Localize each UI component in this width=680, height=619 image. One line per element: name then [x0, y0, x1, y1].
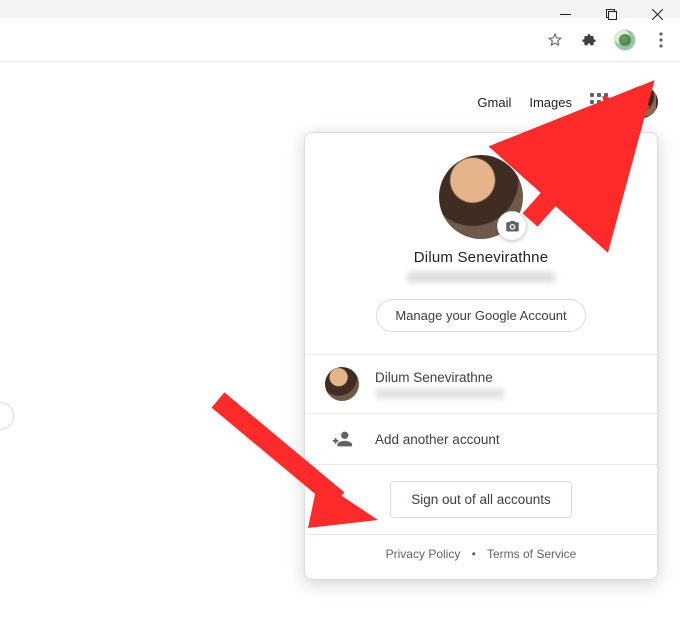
account-avatar-button[interactable] [626, 86, 658, 118]
window-close-button[interactable] [634, 0, 680, 28]
account-display-name: Dilum Senevirathne [321, 249, 641, 266]
secondary-account-email-blurred [375, 388, 505, 399]
person-add-icon [331, 428, 353, 450]
account-email-blurred [406, 271, 556, 283]
account-avatar-wrap [439, 155, 523, 239]
puzzle-icon [581, 32, 597, 48]
browser-menu-button[interactable] [652, 31, 670, 49]
change-photo-button[interactable] [497, 211, 527, 241]
extensions-button[interactable] [580, 31, 598, 49]
star-icon [547, 32, 563, 48]
camera-icon [505, 219, 520, 234]
secondary-account-text: Dilum Senevirathne [375, 370, 505, 399]
add-account-label: Add another account [375, 432, 500, 447]
dot-separator: • [472, 547, 476, 561]
signout-all-button[interactable]: Sign out of all accounts [390, 481, 572, 518]
account-footer: Privacy Policy • Terms of Service [305, 535, 657, 571]
gmail-link[interactable]: Gmail [477, 95, 511, 110]
account-header: Dilum Senevirathne Manage your Google Ac… [305, 133, 657, 354]
window-titlebar [0, 0, 680, 18]
window-maximize-button[interactable] [588, 0, 634, 28]
account-popover: Dilum Senevirathne Manage your Google Ac… [304, 132, 658, 580]
secondary-account-avatar [325, 367, 359, 401]
terms-of-service-link[interactable]: Terms of Service [487, 547, 576, 561]
bookmark-button[interactable] [546, 31, 564, 49]
add-account-row[interactable]: Add another account [305, 414, 657, 464]
window-minimize-button[interactable] [542, 0, 588, 28]
browser-profile-button[interactable] [614, 29, 636, 51]
secondary-account-name: Dilum Senevirathne [375, 370, 505, 385]
window-controls [542, 0, 680, 28]
manage-account-button[interactable]: Manage your Google Account [376, 299, 585, 332]
apps-button[interactable] [590, 93, 608, 111]
google-nav: Gmail Images [477, 86, 658, 118]
add-account-icon-wrap [325, 428, 359, 450]
maximize-icon [606, 9, 617, 20]
grid-dot-icon [590, 93, 594, 97]
left-edge-circle [0, 402, 14, 430]
secondary-account-row[interactable]: Dilum Senevirathne [305, 355, 657, 413]
privacy-policy-link[interactable]: Privacy Policy [386, 547, 461, 561]
kebab-icon [659, 32, 663, 48]
close-icon [652, 9, 663, 20]
signout-wrap: Sign out of all accounts [305, 465, 657, 534]
images-link[interactable]: Images [529, 95, 572, 110]
minimize-icon [560, 9, 571, 20]
